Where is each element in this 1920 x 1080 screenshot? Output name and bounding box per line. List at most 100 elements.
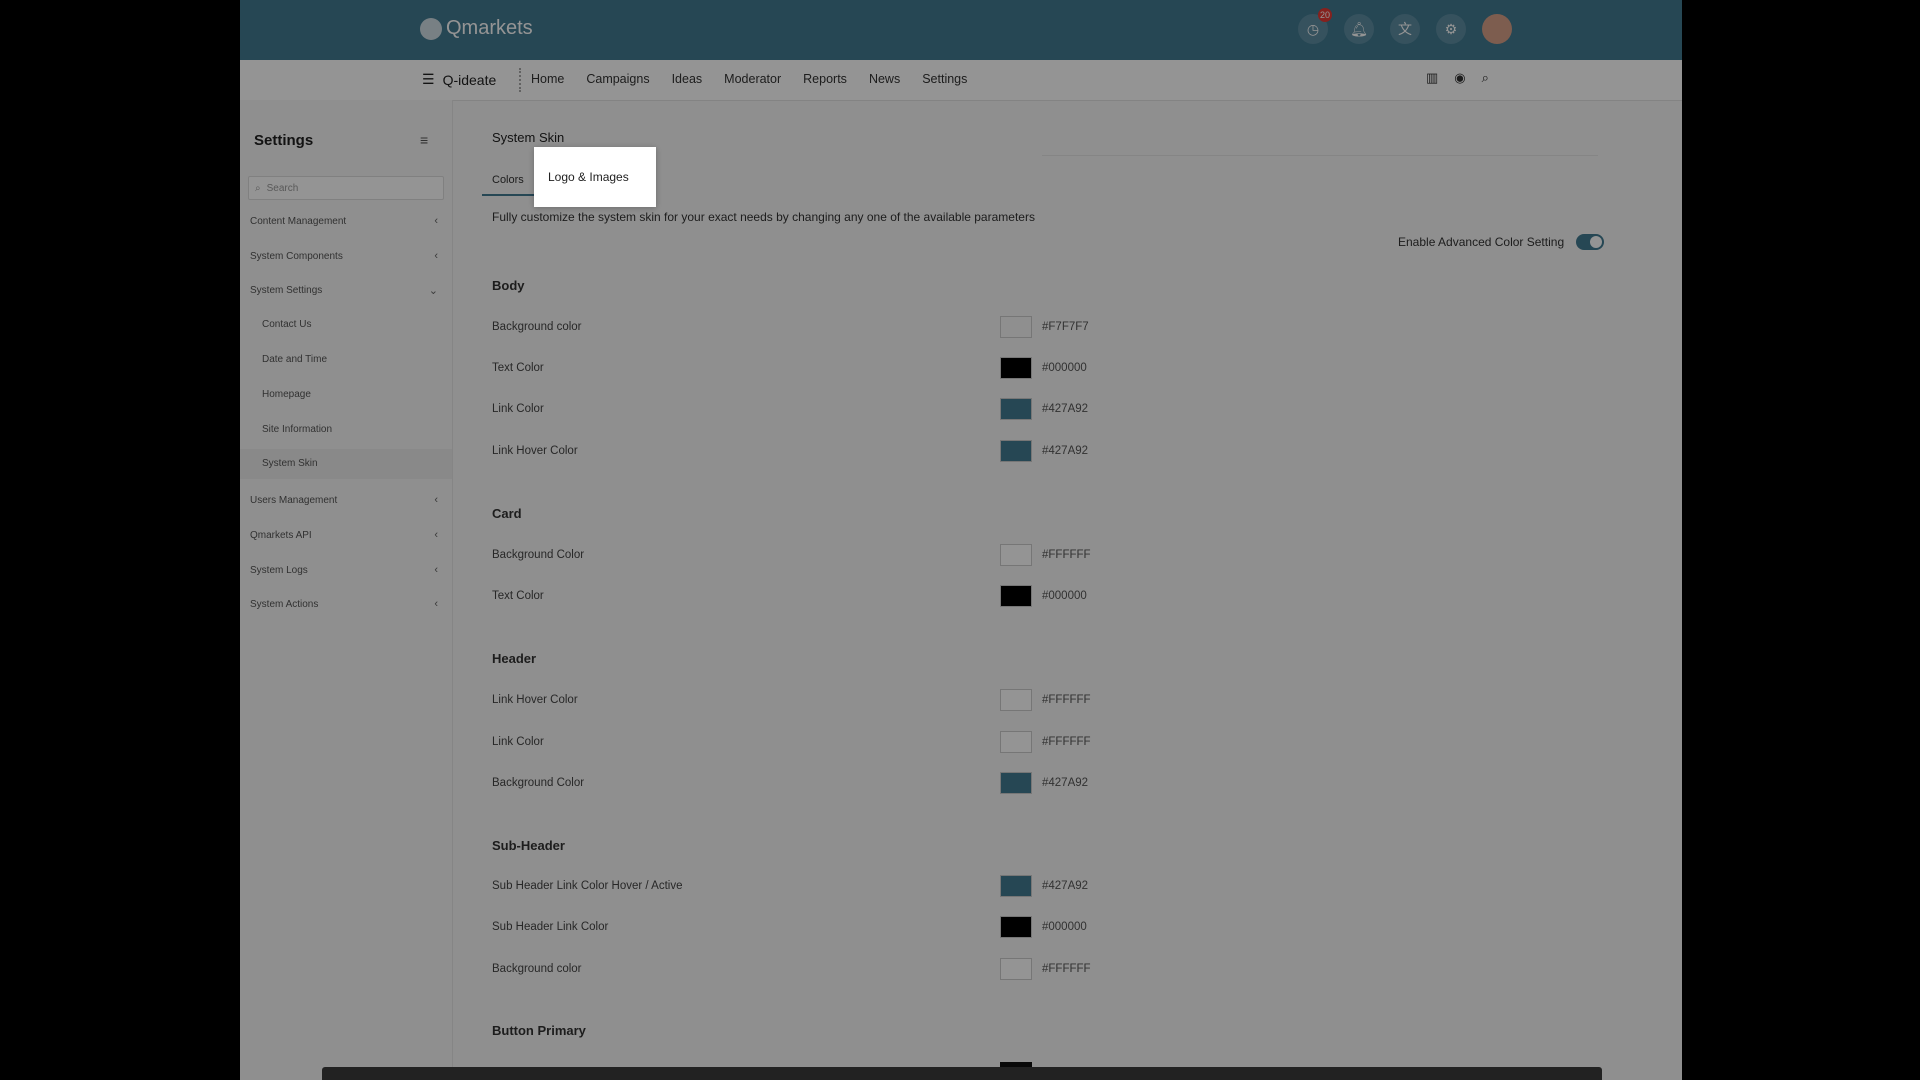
- color-row-label: Sub Header Link Color Hover / Active: [492, 880, 683, 892]
- main-nav: Home Campaigns Ideas Moderator Reports N…: [531, 72, 967, 86]
- color-hex-value[interactable]: #000000: [1042, 590, 1087, 602]
- search-icon: ⌕: [255, 182, 261, 194]
- sidebar-item-api[interactable]: Qmarkets API ‹: [250, 524, 442, 546]
- color-row-label: Link Hover Color: [492, 445, 578, 457]
- chevron-left-icon: ‹: [434, 494, 438, 506]
- color-row-label: Background Color: [492, 549, 585, 561]
- chevron-left-icon: ‹: [434, 598, 438, 610]
- top-icons: ◷ 20 🔔︎ 文 ⚙: [1298, 8, 1512, 44]
- advanced-color-label: Enable Advanced Color Setting: [1398, 235, 1565, 249]
- color-swatch[interactable]: [1000, 875, 1032, 897]
- section-title-header: Header: [492, 651, 537, 666]
- color-swatch[interactable]: [1000, 316, 1032, 338]
- color-swatch[interactable]: [1000, 440, 1032, 462]
- color-row-label: Background Color: [492, 777, 585, 789]
- color-hex-value[interactable]: #FFFFFF: [1042, 694, 1091, 706]
- nav-settings[interactable]: Settings: [922, 72, 967, 86]
- page-description: Fully customize the system skin for your…: [492, 210, 1035, 224]
- hamburger-icon[interactable]: ☰: [422, 71, 435, 88]
- nav-reports[interactable]: Reports: [803, 72, 847, 86]
- chevron-left-icon: ‹: [434, 215, 438, 227]
- tab-colors[interactable]: Colors: [492, 174, 524, 186]
- sidebar-item-system-settings[interactable]: System Settings ⌄: [250, 279, 442, 301]
- gear-icon[interactable]: ⚙: [1436, 14, 1466, 44]
- page-title: System Skin: [492, 130, 565, 145]
- highlighted-tab-logo-images[interactable]: Logo & Images: [534, 147, 656, 207]
- chevron-down-icon: ⌄: [428, 284, 438, 297]
- sub-header: ☰ Q-ideate Home Campaigns Ideas Moderato…: [240, 60, 1682, 101]
- color-row-label: Link Color: [492, 403, 544, 415]
- sidebar-item-label: System Logs: [250, 564, 308, 576]
- logo-text: Qmarkets: [446, 17, 533, 39]
- color-row-label: Background color: [492, 321, 582, 333]
- translate-icon[interactable]: 文: [1390, 14, 1420, 44]
- color-swatch[interactable]: [1000, 357, 1032, 379]
- color-hex-value[interactable]: #000000: [1042, 921, 1087, 933]
- sidebar-item-label: System Components: [250, 250, 343, 262]
- section-title-body: Body: [492, 278, 525, 293]
- sidebar-subitem-homepage[interactable]: Homepage: [262, 389, 311, 400]
- sidebar-search-input[interactable]: ⌕ Search: [248, 176, 444, 200]
- section-title-button-primary: Button Primary: [492, 1023, 586, 1038]
- advanced-color-toggle[interactable]: [1576, 234, 1604, 250]
- color-hex-value[interactable]: #FFFFFF: [1042, 549, 1091, 561]
- app-window: Qmarkets ◷ 20 🔔︎ 文 ⚙ ☰ Q-ideate Home Cam…: [240, 0, 1682, 1080]
- color-swatch[interactable]: [1000, 689, 1032, 711]
- sidebar-subitem-site-information[interactable]: Site Information: [262, 424, 332, 435]
- color-swatch[interactable]: [1000, 772, 1032, 794]
- logo[interactable]: Qmarkets: [420, 17, 533, 40]
- color-swatch[interactable]: [1000, 544, 1032, 566]
- section-title-sub-header: Sub-Header: [492, 838, 565, 853]
- sidebar-subitem-date-time[interactable]: Date and Time: [262, 354, 327, 365]
- divider: [519, 68, 522, 92]
- nav-news[interactable]: News: [869, 72, 900, 86]
- sidebar-subitem-contact-us[interactable]: Contact Us: [262, 319, 311, 330]
- color-swatch[interactable]: [1000, 398, 1032, 420]
- nav-moderator[interactable]: Moderator: [724, 72, 781, 86]
- chevron-left-icon: ‹: [434, 529, 438, 541]
- sidebar-item-label: System Settings: [250, 284, 323, 296]
- caption-bar: [322, 1067, 1602, 1080]
- sidebar-subitem-system-skin[interactable]: System Skin: [262, 458, 318, 469]
- color-hex-value[interactable]: #427A92: [1042, 777, 1088, 789]
- color-swatch[interactable]: [1000, 916, 1032, 938]
- nav-campaigns[interactable]: Campaigns: [586, 72, 649, 86]
- color-hex-value[interactable]: #F7F7F7: [1042, 321, 1089, 333]
- menu-icon[interactable]: ≡: [420, 132, 428, 148]
- sidebar-item-label: System Actions: [250, 598, 319, 610]
- color-swatch[interactable]: [1000, 958, 1032, 980]
- module-name: Q-ideate: [442, 71, 497, 88]
- clock-icon[interactable]: ◷ 20: [1298, 8, 1332, 44]
- color-hex-value[interactable]: #FFFFFF: [1042, 736, 1091, 748]
- user-icon[interactable]: ◉: [1454, 70, 1465, 86]
- sidebar-item-label: Content Management: [250, 215, 347, 227]
- nav-home[interactable]: Home: [531, 72, 564, 86]
- color-swatch[interactable]: [1000, 585, 1032, 607]
- sidebar-item-system-logs[interactable]: System Logs ‹: [250, 559, 442, 581]
- module-brand[interactable]: ☰ Q-ideate: [422, 71, 496, 88]
- color-row-label: Background color: [492, 963, 582, 975]
- color-hex-value[interactable]: #427A92: [1042, 880, 1088, 892]
- color-hex-value[interactable]: #000000: [1042, 362, 1087, 374]
- sidebar-item-label: Users Management: [250, 494, 338, 506]
- top-bar: Qmarkets ◷ 20 🔔︎ 文 ⚙: [240, 0, 1682, 60]
- color-hex-value[interactable]: #FFFFFF: [1042, 963, 1091, 975]
- sidebar-item-content-management[interactable]: Content Management ‹: [250, 210, 442, 232]
- section-title-card: Card: [492, 506, 522, 521]
- search-icon[interactable]: ⌕: [1482, 70, 1489, 86]
- sidebar-title: Settings: [254, 132, 314, 149]
- sidebar-item-system-actions[interactable]: System Actions ‹: [250, 593, 442, 615]
- avatar[interactable]: [1482, 14, 1512, 44]
- nav-ideas[interactable]: Ideas: [672, 72, 703, 86]
- color-swatch[interactable]: [1000, 731, 1032, 753]
- color-hex-value[interactable]: #427A92: [1042, 403, 1088, 415]
- bell-icon[interactable]: 🔔︎: [1344, 14, 1374, 44]
- color-row-label: Sub Header Link Color: [492, 921, 609, 933]
- divider: [1042, 155, 1598, 156]
- color-hex-value[interactable]: #427A92: [1042, 445, 1088, 457]
- active-tab-indicator: [482, 194, 538, 196]
- sidebar-item-label: Qmarkets API: [250, 529, 312, 541]
- sidebar-item-system-components[interactable]: System Components ‹: [250, 245, 442, 267]
- bar-chart-icon[interactable]: ▥: [1426, 70, 1438, 86]
- sidebar-item-users-management[interactable]: Users Management ‹: [250, 489, 442, 511]
